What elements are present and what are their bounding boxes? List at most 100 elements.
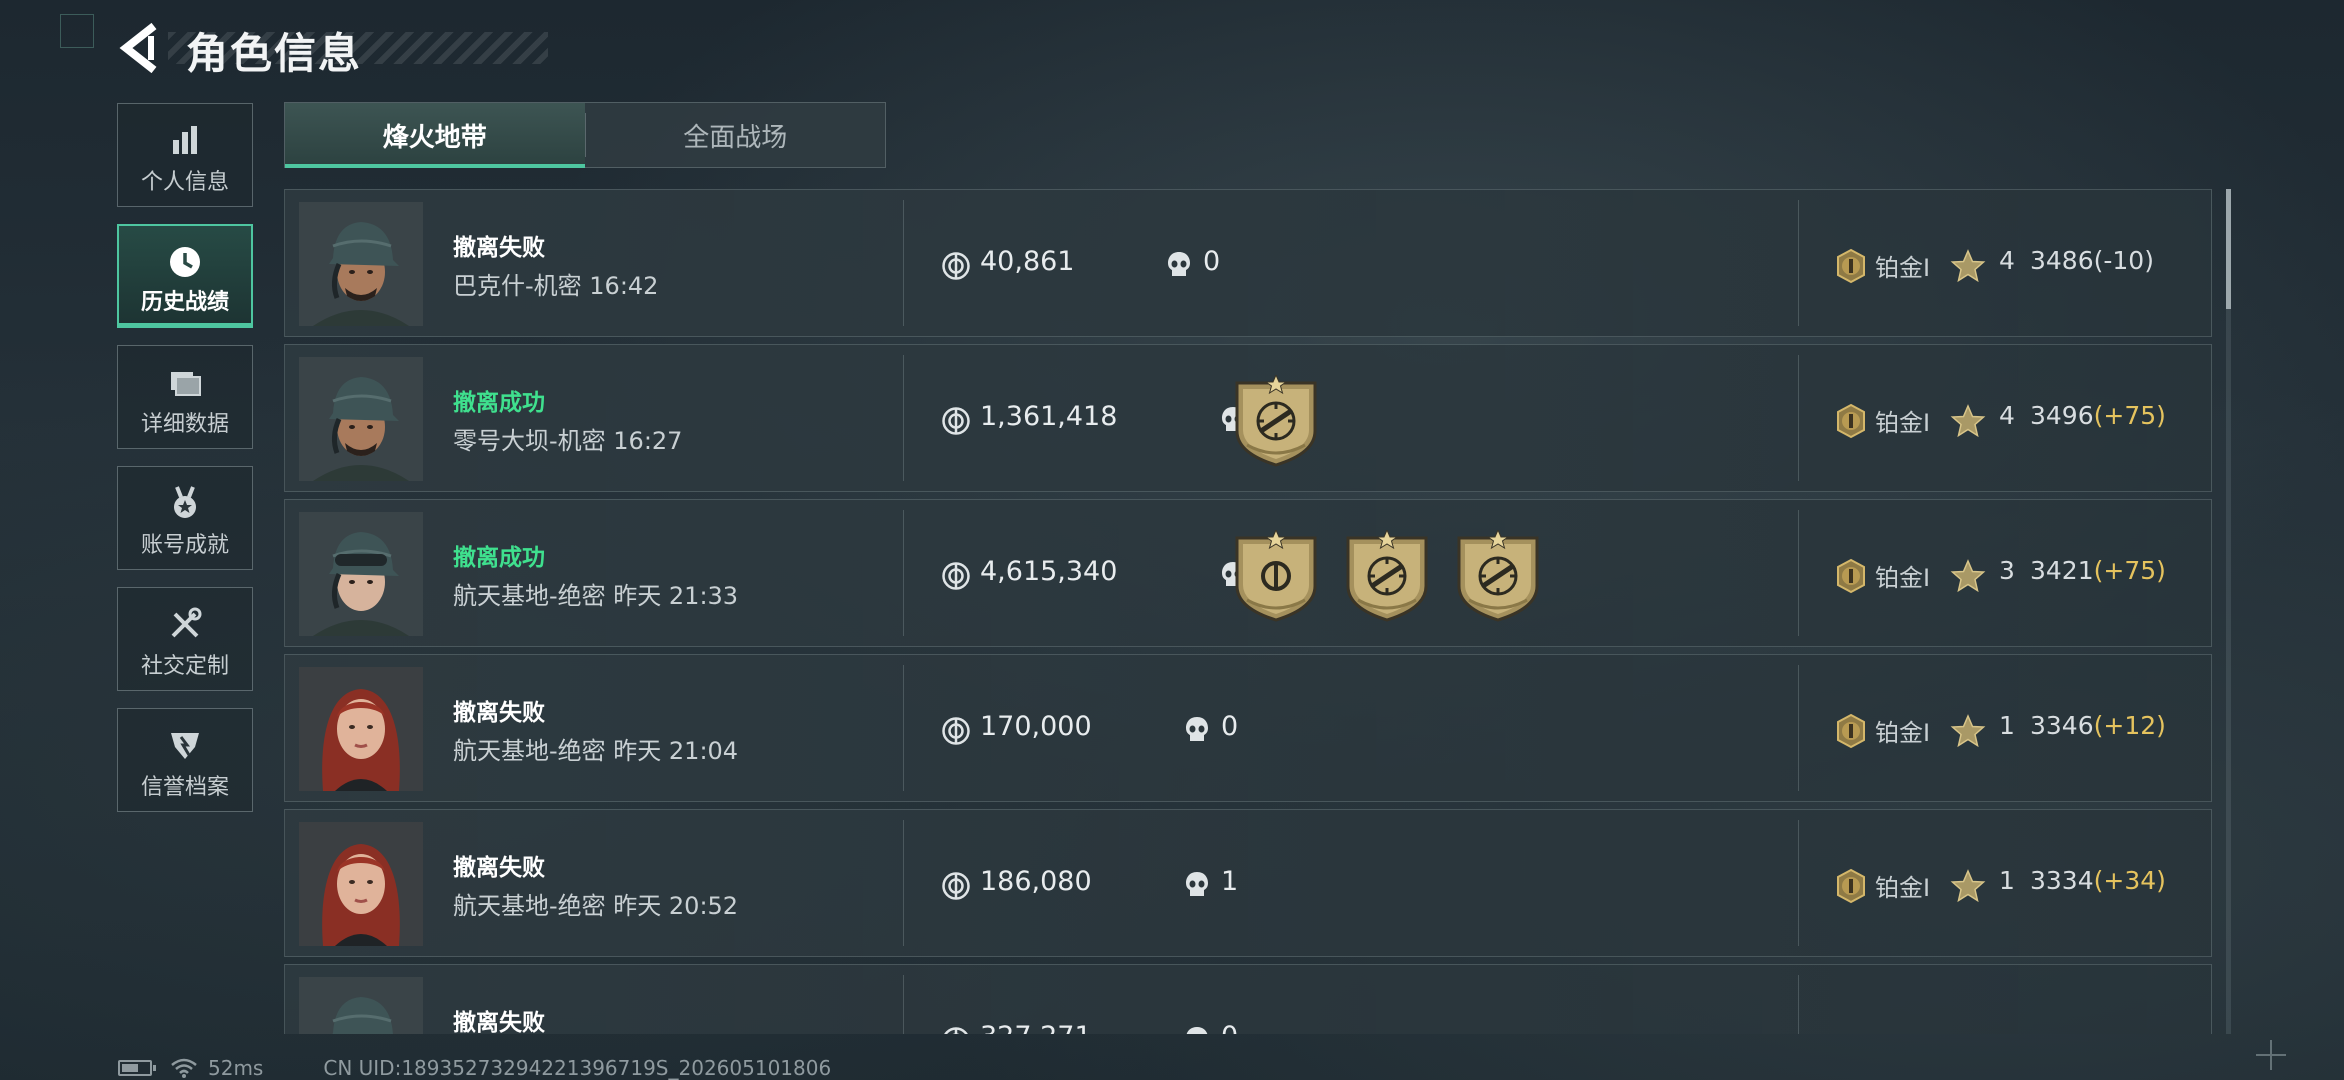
row-divider (903, 820, 904, 946)
loot-value: 40,861 (980, 246, 1075, 277)
wrench-icon (165, 604, 205, 644)
sidebar-item-label: 账号成就 (140, 533, 229, 558)
match-row[interactable]: 撤离成功航天基地-绝密 昨天 21:334,615,3402铂金I33421(+… (284, 499, 2212, 647)
tab-fire-zone[interactable]: 烽火地带 (285, 103, 585, 168)
coin-icon (941, 716, 971, 746)
sidebar-item-personal-info[interactable]: 个人信息 (117, 103, 253, 207)
rank-score: 3346(+12) (2030, 711, 2166, 740)
row-divider (903, 355, 904, 481)
extraction-status: 撤离成功 (453, 390, 545, 416)
rank-score: 3334(+34) (2030, 866, 2166, 895)
sidebar-item-social-custom[interactable]: 社交定制 (117, 587, 253, 691)
coin-icon (941, 561, 971, 591)
sidebar-item-credit-record[interactable]: 信誉档案 (117, 708, 253, 812)
coin-medal-icon[interactable] (1231, 528, 1321, 624)
sidebar-item-detailed-data[interactable]: 详细数据 (117, 345, 253, 449)
coin-icon (941, 871, 971, 901)
star-count: 4 (1999, 246, 2015, 275)
uid-text: CN UID:18935273294221396719S_20260510180… (323, 1056, 832, 1080)
crosshair-corner-icon (2256, 1040, 2286, 1070)
star-icon (1950, 558, 1986, 594)
back-arrow-icon[interactable] (118, 22, 162, 74)
rank-name: 铂金I (1875, 409, 1931, 437)
match-row[interactable]: 撤离失败 航天基地-绝密 昨天 20:52 186,080 1 铂金I 1 3334(+34… (284, 809, 2212, 957)
extraction-status: 撤离失败 (453, 855, 545, 881)
clock-icon (165, 242, 205, 282)
operator-avatar (299, 977, 423, 1034)
loot-value: 186,080 (980, 866, 1092, 897)
kill-count: 1 (1221, 866, 1239, 897)
rifle-medal-icon[interactable] (1231, 373, 1321, 469)
loot-value: 170,000 (980, 711, 1092, 742)
rank-badge-icon (1833, 558, 1869, 594)
sidebar-item-label: 信誉档案 (140, 775, 229, 800)
kill-count: 0 (1221, 711, 1239, 742)
row-divider (1798, 355, 1799, 481)
score-delta: (+75) (2093, 556, 2166, 585)
star-icon (1950, 248, 1986, 284)
sidebar-item-label: 个人信息 (140, 170, 229, 195)
extraction-status: 撤离失败 (453, 1010, 545, 1034)
match-row[interactable]: 撤离失败 巴克什-机密 16:42 40,861 0 铂金I 4 3486(-10) (284, 189, 2212, 337)
star-icon (1950, 403, 1986, 439)
map-and-time: 航天基地-绝密 昨天 20:52 (453, 892, 739, 920)
operator-avatar (299, 202, 423, 326)
extraction-status: 撤离失败 (453, 700, 545, 726)
rank-badge-icon (1833, 868, 1869, 904)
star-icon (1950, 713, 1986, 749)
operator-avatar (299, 357, 423, 481)
rank-name: 铂金I (1875, 719, 1931, 747)
sidebar-item-label: 详细数据 (140, 412, 229, 437)
match-row[interactable]: 撤离成功零号大坝-机密 16:271,361,4182铂金I43496(+75) (284, 344, 2212, 492)
score-delta: (+75) (2093, 401, 2166, 430)
map-and-time: 航天基地-绝密 昨天 21:33 (453, 582, 739, 610)
star-count: 3 (1999, 556, 2015, 585)
rank-score: 3486(-10) (2030, 246, 2154, 275)
operator-avatar (299, 822, 423, 946)
loot-value: 327,271 (980, 1021, 1092, 1034)
sidebar-item-achievements[interactable]: 账号成就 (117, 466, 253, 570)
row-divider (903, 510, 904, 636)
coin-icon (941, 1026, 971, 1034)
star-icon (1950, 868, 1986, 904)
operator-avatar (299, 512, 423, 636)
operator-avatar (299, 667, 423, 791)
shield-icon (165, 725, 205, 765)
sidebar: 个人信息 历史战绩 详细数据 账号成就 社交定制 信誉档案 (117, 103, 255, 829)
score-value: 3334 (2030, 866, 2094, 895)
scrollbar-thumb[interactable] (2226, 189, 2231, 309)
sidebar-item-label: 历史战绩 (140, 290, 229, 315)
skull-icon (1183, 1025, 1211, 1034)
rank-badge-icon (1833, 248, 1869, 284)
match-history-list[interactable]: 撤离失败 巴克什-机密 16:42 40,861 0 铂金I 4 3486(-10) 撤离成功… (284, 189, 2212, 1034)
extraction-status: 撤离成功 (453, 545, 545, 571)
sidebar-item-match-history[interactable]: 历史战绩 (117, 224, 253, 328)
rifle-medal-icon[interactable] (1453, 528, 1543, 624)
row-divider (1798, 975, 1799, 1034)
rank-name: 铂金I (1875, 564, 1931, 592)
row-divider (1798, 510, 1799, 636)
bar-chart-icon (165, 120, 205, 160)
rifle-medal-icon[interactable] (1342, 528, 1432, 624)
score-value: 3346 (2030, 711, 2094, 740)
battery-icon (118, 1060, 156, 1076)
score-value: 3496 (2030, 401, 2094, 430)
star-count: 1 (1999, 866, 2015, 895)
extraction-status: 撤离失败 (453, 235, 545, 261)
coin-icon (941, 251, 971, 281)
row-divider (903, 665, 904, 791)
page-title: 角色信息 (186, 29, 363, 78)
score-value: 3486 (2030, 246, 2094, 275)
map-and-time: 巴克什-机密 16:42 (453, 272, 659, 300)
wifi-icon (171, 1058, 197, 1078)
match-row[interactable]: 撤离失败 327,271 0 (284, 964, 2212, 1034)
rank-score: 3496(+75) (2030, 401, 2166, 430)
scrollbar-track[interactable] (2226, 189, 2231, 1034)
map-and-time: 航天基地-绝密 昨天 21:04 (453, 737, 739, 765)
skull-icon (1183, 715, 1211, 745)
score-delta: (+12) (2093, 711, 2166, 740)
row-divider (1798, 820, 1799, 946)
score-delta: (-10) (2093, 246, 2154, 275)
tab-full-battlefield[interactable]: 全面战场 (586, 103, 886, 167)
match-row[interactable]: 撤离失败 航天基地-绝密 昨天 21:04 170,000 0 铂金I 1 3346(+12… (284, 654, 2212, 802)
